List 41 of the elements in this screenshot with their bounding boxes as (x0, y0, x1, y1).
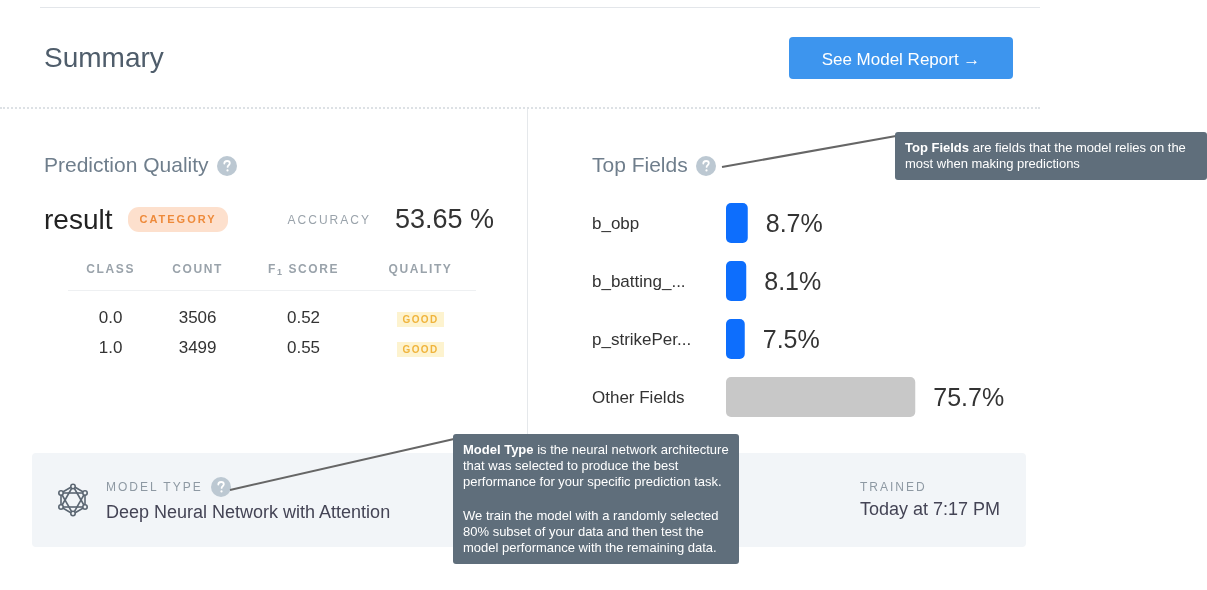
help-icon[interactable] (210, 477, 231, 498)
trained-time: Today at 7:17 PM (859, 497, 1000, 521)
model-type-label: MODEL TYPE (106, 478, 203, 496)
table-cell: 1.0 (98, 338, 123, 357)
column-header: CLASS (86, 261, 135, 276)
importance-bar (726, 260, 747, 301)
neural-network-icon (56, 483, 90, 517)
field-name: b_batting_... (592, 271, 686, 291)
target-name: result (44, 202, 113, 237)
field-name: b_obp (592, 213, 640, 233)
quality-badge: GOOD (397, 311, 444, 327)
table-cell: 0.0 (98, 307, 123, 327)
table-cell: 3506 (178, 307, 217, 327)
section-title: Top Fields (592, 152, 688, 178)
trained-label: TRAINED (859, 478, 928, 496)
model-type-value: Deep Neural Network with Attention (106, 500, 391, 524)
field-name: p_strikePer... (592, 329, 692, 349)
field-name: Other Fields (592, 387, 685, 407)
column-header: COUNT (172, 261, 223, 276)
quality-badge: GOOD (397, 342, 444, 357)
table-cell: 3499 (178, 338, 217, 357)
type-badge: CATEGORY (128, 207, 228, 232)
section-title: Prediction Quality (44, 152, 209, 178)
importance-bar (726, 202, 748, 243)
importance-bar (726, 318, 745, 359)
tooltip: Model Type is the neural network architecture that was selected to produce the best performance for your specific prediction task. We train the model with a randomly selected 80% subset of your data and then test the model performance with the remaining data. (453, 434, 739, 564)
importance-value: 7.5% (762, 324, 820, 353)
importance-value: 75.7% (933, 382, 1005, 411)
importance-value: 8.7% (765, 208, 823, 237)
table-cell: 0.52 (286, 307, 321, 327)
column-header: QUALITY (388, 261, 453, 276)
accuracy-value: 53.65 % (394, 203, 494, 237)
accuracy-label: ACCURACY (287, 211, 371, 229)
see-model-report-button[interactable]: See Model Report → (789, 37, 1013, 79)
help-icon[interactable] (695, 155, 716, 176)
table-cell: 0.55 (286, 338, 321, 357)
column-header: F$_{1}$ SCORE (267, 261, 340, 276)
page-title: Summary (44, 41, 164, 75)
tooltip: Top Fields are fields that the model relies on the most when making predictions (895, 132, 1207, 180)
help-icon[interactable] (216, 155, 237, 176)
importance-value: 8.1% (764, 266, 822, 295)
